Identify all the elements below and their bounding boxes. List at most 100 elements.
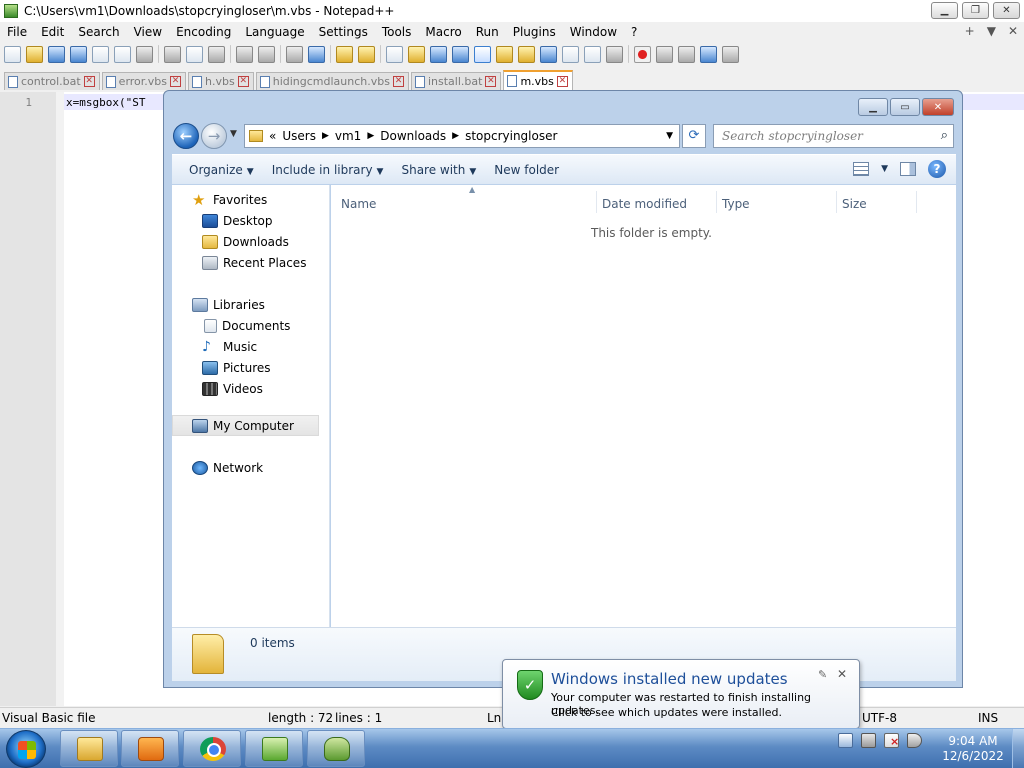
start-button[interactable] bbox=[6, 730, 46, 768]
print-icon[interactable] bbox=[136, 45, 153, 63]
nav-recent-places[interactable]: Recent Places bbox=[202, 252, 306, 273]
column-separator[interactable] bbox=[836, 191, 837, 213]
nav-libraries[interactable]: Libraries bbox=[192, 294, 265, 315]
play-macro-icon[interactable] bbox=[678, 45, 695, 63]
tab-hidingcmdlaunch-vbs[interactable]: hidingcmdlaunch.vbs ✕ bbox=[255, 72, 409, 90]
help-icon[interactable]: ? bbox=[928, 160, 946, 178]
sync-horizontal-icon[interactable] bbox=[408, 45, 425, 63]
replace-icon[interactable] bbox=[308, 45, 325, 63]
column-name[interactable]: Name bbox=[341, 197, 376, 211]
find-icon[interactable] bbox=[286, 45, 303, 63]
address-bar[interactable]: « Users ▶ vm1 ▶ Downloads ▶ stopcryinglo… bbox=[244, 124, 680, 148]
tab-list-icon[interactable]: ▼ bbox=[987, 24, 996, 38]
undo-icon[interactable] bbox=[236, 45, 253, 63]
breadcrumb-vm1[interactable]: vm1 bbox=[335, 129, 361, 143]
column-type[interactable]: Type bbox=[722, 197, 750, 211]
nav-music[interactable]: ♪ Music bbox=[202, 336, 257, 357]
menu-view[interactable]: View bbox=[127, 25, 169, 39]
nav-favorites[interactable]: ★ Favorites bbox=[192, 189, 267, 210]
minimize-button[interactable]: ▁ bbox=[931, 2, 958, 19]
monitoring-icon[interactable] bbox=[606, 45, 623, 63]
tab-control-bat[interactable]: control.bat ✕ bbox=[4, 72, 100, 90]
network-tray-icon[interactable] bbox=[861, 733, 876, 748]
nav-network[interactable]: Network bbox=[192, 457, 263, 478]
windows-update-icon[interactable] bbox=[838, 733, 853, 748]
close-button[interactable]: ✕ bbox=[993, 2, 1020, 19]
tab-install-bat[interactable]: install.bat ✕ bbox=[410, 72, 502, 90]
new-folder-button[interactable]: New folder bbox=[494, 163, 559, 177]
word-wrap-icon[interactable] bbox=[430, 45, 447, 63]
show-desktop-button[interactable] bbox=[1012, 729, 1024, 768]
update-notification[interactable]: ✓ Windows installed new updates Your com… bbox=[502, 659, 860, 729]
tab-close-icon[interactable]: ✕ bbox=[170, 76, 182, 87]
breadcrumb-downloads[interactable]: Downloads bbox=[380, 129, 446, 143]
include-in-library-button[interactable]: Include in library ▼ bbox=[272, 163, 384, 177]
explorer-close-button[interactable]: ✕ bbox=[922, 98, 954, 116]
change-view-icon[interactable] bbox=[853, 162, 870, 176]
menu-edit[interactable]: Edit bbox=[34, 25, 71, 39]
new-file-icon[interactable] bbox=[4, 45, 21, 63]
search-input[interactable]: Search stopcryingloser ⌕ bbox=[713, 124, 954, 148]
taskbar-media-player[interactable] bbox=[121, 730, 179, 767]
column-separator[interactable] bbox=[596, 191, 597, 213]
search-icon[interactable]: ⌕ bbox=[941, 128, 948, 143]
indent-guide-icon[interactable] bbox=[474, 45, 491, 63]
action-center-icon[interactable] bbox=[884, 733, 899, 748]
tab-close-icon[interactable]: ✕ bbox=[83, 76, 95, 87]
explorer-maximize-button[interactable]: ▭ bbox=[890, 98, 920, 116]
nav-videos[interactable]: Videos bbox=[202, 378, 263, 399]
nav-pictures[interactable]: Pictures bbox=[202, 357, 271, 378]
function-list-icon[interactable] bbox=[540, 45, 557, 63]
back-button[interactable]: ← bbox=[173, 123, 199, 149]
restore-button[interactable]: ❐ bbox=[962, 2, 989, 19]
menu-window[interactable]: Window bbox=[563, 25, 624, 39]
nav-desktop[interactable]: Desktop bbox=[202, 210, 273, 231]
view-dropdown-icon[interactable]: ▼ bbox=[881, 164, 888, 174]
chevron-right-icon[interactable]: ▶ bbox=[367, 131, 374, 141]
preview-pane-icon[interactable] bbox=[900, 162, 916, 176]
menu-language[interactable]: Language bbox=[238, 25, 311, 39]
nav-my-computer[interactable]: My Computer bbox=[172, 415, 319, 436]
explorer-minimize-button[interactable]: ▁ bbox=[858, 98, 888, 116]
zoom-out-icon[interactable] bbox=[358, 45, 375, 63]
menu-search[interactable]: Search bbox=[71, 25, 126, 39]
taskbar-notepadpp[interactable] bbox=[245, 730, 303, 767]
run-macro-multiple-icon[interactable] bbox=[700, 45, 717, 63]
paste-icon[interactable] bbox=[208, 45, 225, 63]
menu-help[interactable]: ? bbox=[624, 25, 644, 39]
folder-workspace-icon[interactable] bbox=[562, 45, 579, 63]
redo-icon[interactable] bbox=[258, 45, 275, 63]
tab-m-vbs[interactable]: m.vbs ✕ bbox=[503, 70, 573, 90]
share-with-button[interactable]: Share with ▼ bbox=[401, 163, 476, 177]
zoom-in-icon[interactable] bbox=[336, 45, 353, 63]
tab-close-icon[interactable]: ✕ bbox=[392, 76, 404, 87]
file-list[interactable]: ▲ Name Date modified Type Size This fold… bbox=[331, 185, 956, 627]
save-macro-icon[interactable] bbox=[722, 45, 739, 63]
tab-close-icon[interactable]: ✕ bbox=[485, 76, 497, 87]
project-panel-icon[interactable] bbox=[584, 45, 601, 63]
close-file-icon[interactable] bbox=[92, 45, 109, 63]
menu-plugins[interactable]: Plugins bbox=[506, 25, 563, 39]
menu-file[interactable]: File bbox=[0, 25, 34, 39]
column-separator[interactable] bbox=[716, 191, 717, 213]
address-dropdown-icon[interactable]: ▼ bbox=[666, 131, 673, 141]
tab-h-vbs[interactable]: h.vbs ✕ bbox=[188, 72, 254, 90]
clock[interactable]: 9:04 AM 12/6/2022 bbox=[942, 734, 1004, 764]
stop-macro-icon[interactable] bbox=[656, 45, 673, 63]
tab-close-icon[interactable]: ✕ bbox=[556, 75, 568, 87]
column-size[interactable]: Size bbox=[842, 197, 867, 211]
menu-run[interactable]: Run bbox=[469, 25, 506, 39]
menu-macro[interactable]: Macro bbox=[418, 25, 468, 39]
close-all-icon[interactable] bbox=[114, 45, 131, 63]
recent-pages-dropdown-icon[interactable]: ▼ bbox=[230, 129, 237, 139]
column-date-modified[interactable]: Date modified bbox=[602, 197, 687, 211]
new-tab-icon[interactable]: + bbox=[965, 24, 975, 38]
nav-documents[interactable]: Documents bbox=[204, 315, 290, 336]
taskbar-app[interactable] bbox=[307, 730, 365, 767]
copy-icon[interactable] bbox=[186, 45, 203, 63]
organize-button[interactable]: Organize ▼ bbox=[189, 163, 254, 177]
language-define-icon[interactable] bbox=[496, 45, 513, 63]
save-icon[interactable] bbox=[48, 45, 65, 63]
explorer-window[interactable]: ▁ ▭ ✕ ← → ▼ « Users ▶ vm1 ▶ Downloads ▶ … bbox=[163, 90, 963, 688]
sync-vertical-icon[interactable] bbox=[386, 45, 403, 63]
